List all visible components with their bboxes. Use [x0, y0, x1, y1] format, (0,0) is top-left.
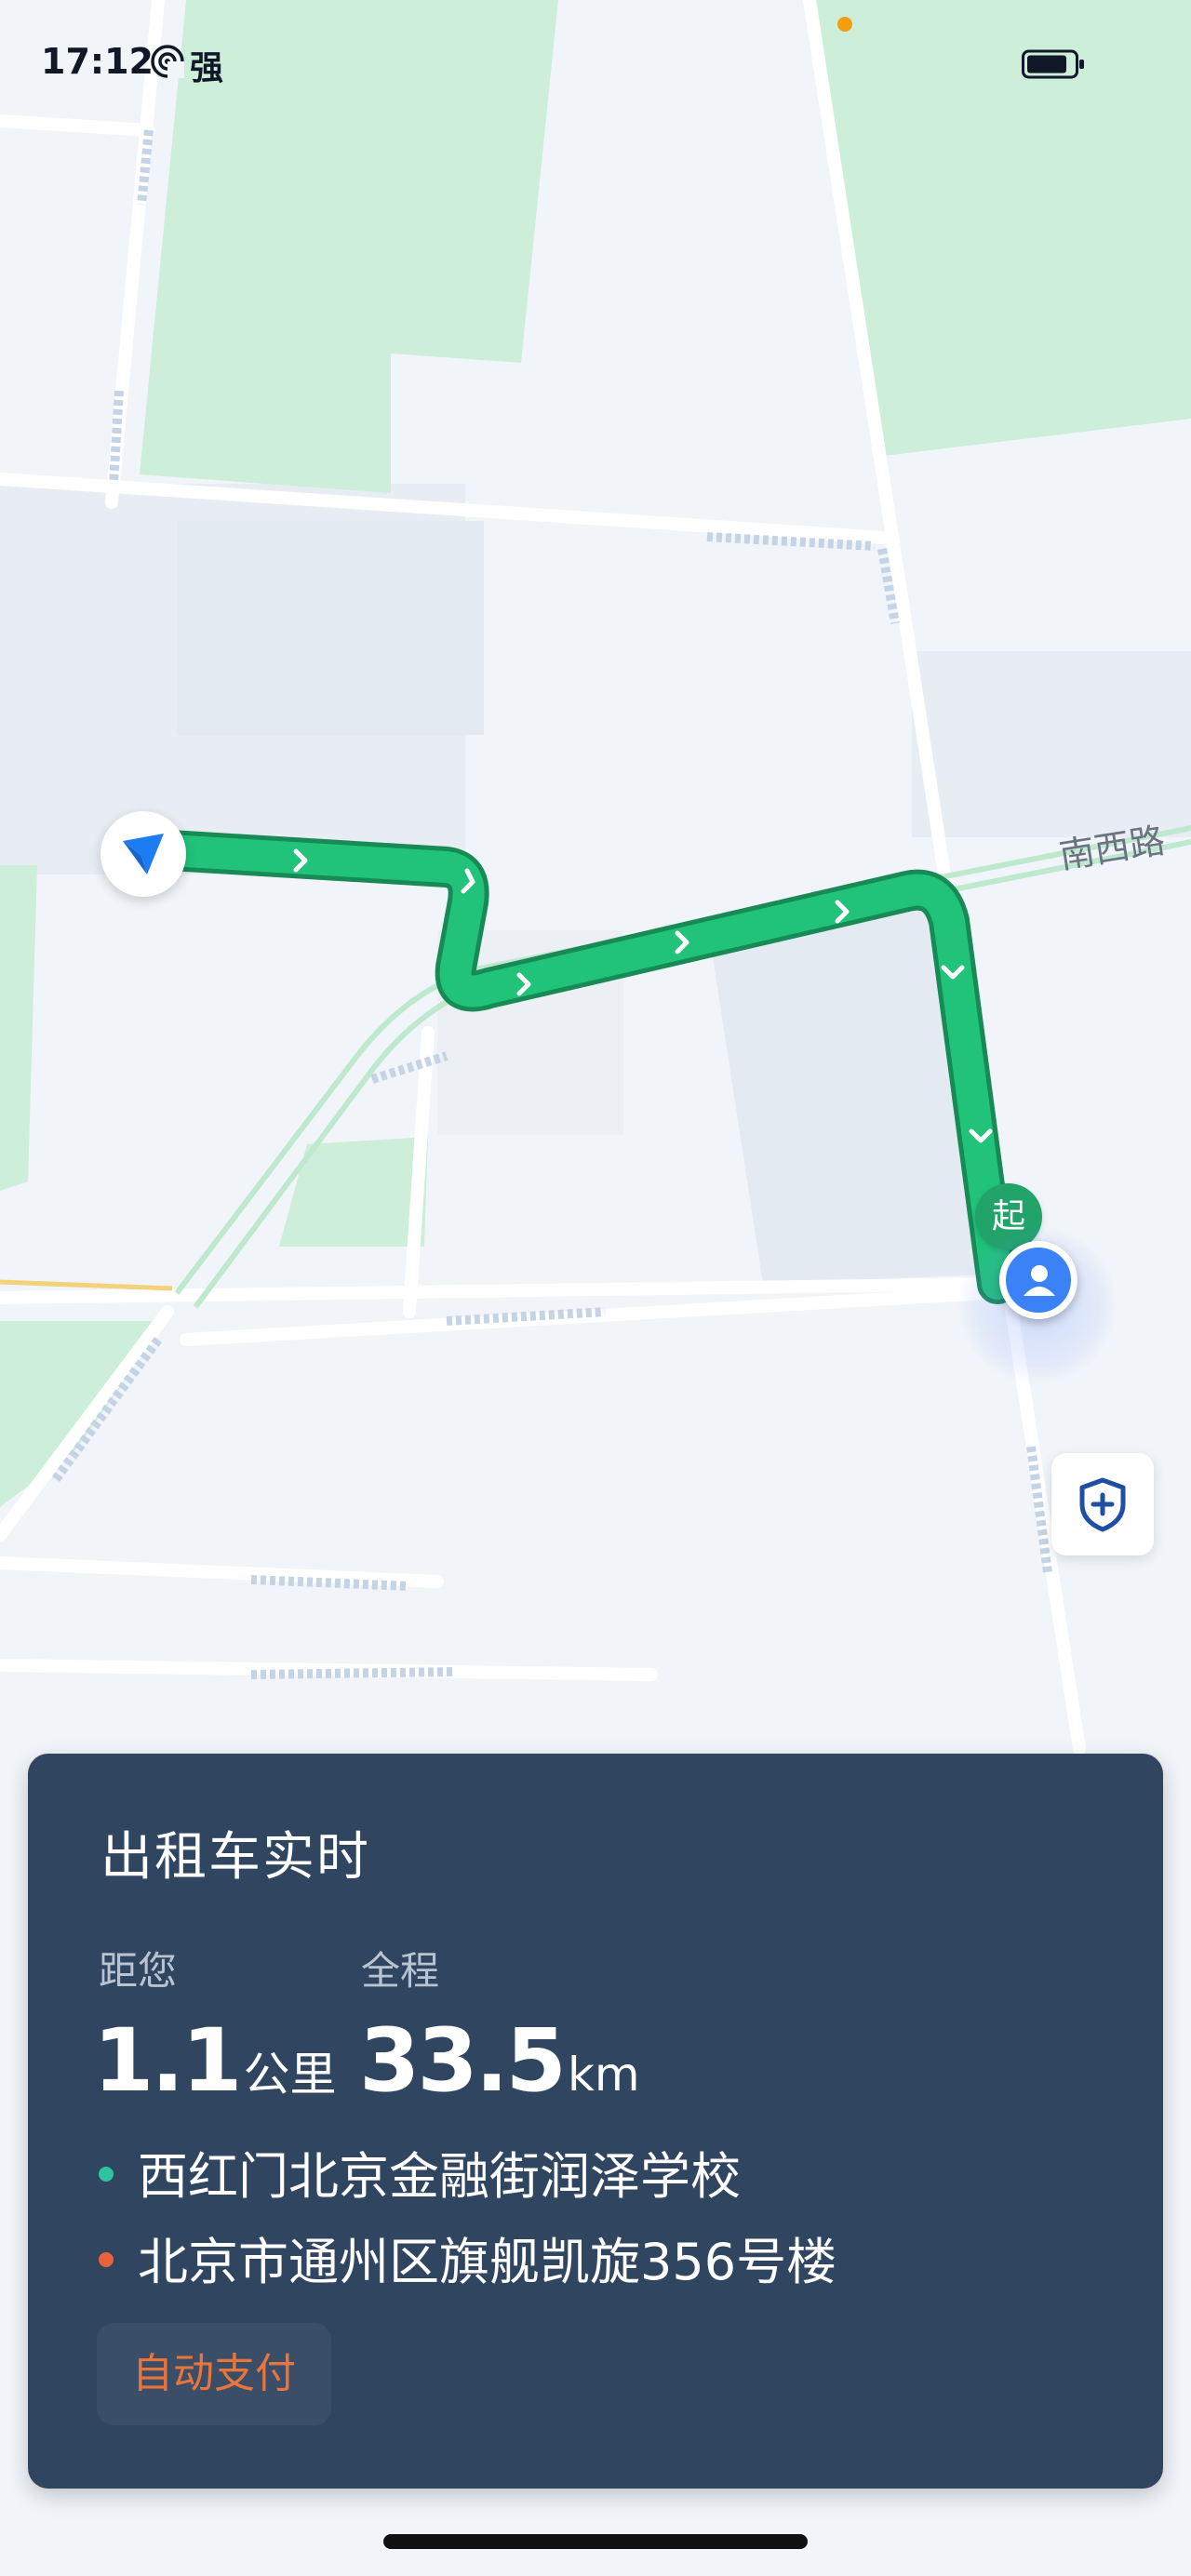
status-bar: 17:12 强: [0, 0, 1191, 130]
distance-label: 距您: [99, 1948, 178, 1994]
hotspot-icon: [151, 45, 184, 78]
destination-address: 北京市通州区旗舰凯旋356号楼: [138, 2233, 837, 2291]
battery-icon: [1022, 48, 1087, 80]
pickup-address: 西红门北京金融街润泽学校: [138, 2147, 741, 2206]
vehicle-location-marker[interactable]: [100, 811, 186, 897]
trip-info-card[interactable]: 出租车实时 距您 全程 1.1公里 33.5km 西红门北京金融街润泽学校 北京…: [28, 1754, 1163, 2489]
destination-address-row[interactable]: 北京市通州区旗舰凯旋356号楼: [99, 2221, 836, 2294]
navigation-arrow-icon: [123, 834, 164, 874]
card-title: 出租车实时: [100, 1827, 370, 1888]
distance-value: 1.1公里: [93, 2010, 337, 2112]
safety-center-button[interactable]: [1051, 1453, 1154, 1555]
pickup-dot-icon: [99, 2167, 114, 2182]
distance-unit: 公里: [243, 2048, 337, 2102]
total-label: 全程: [361, 1948, 440, 1994]
total-unit: km: [567, 2048, 640, 2102]
shield-plus-icon: [1079, 1477, 1126, 1532]
total-value: 33.5km: [359, 2010, 640, 2112]
signal-strength-label: 强: [190, 49, 224, 87]
user-avatar-icon[interactable]: [999, 1241, 1077, 1319]
home-indicator[interactable]: [383, 2534, 808, 2549]
total-number: 33.5: [359, 2010, 567, 2112]
pickup-address-row[interactable]: 西红门北京金融街润泽学校: [99, 2135, 741, 2209]
distance-number: 1.1: [93, 2010, 243, 2112]
auto-pay-badge[interactable]: 自动支付: [97, 2323, 331, 2425]
privacy-indicator-dot: [837, 17, 852, 32]
destination-dot-icon: [99, 2252, 114, 2268]
status-time: 17:12: [41, 41, 154, 82]
